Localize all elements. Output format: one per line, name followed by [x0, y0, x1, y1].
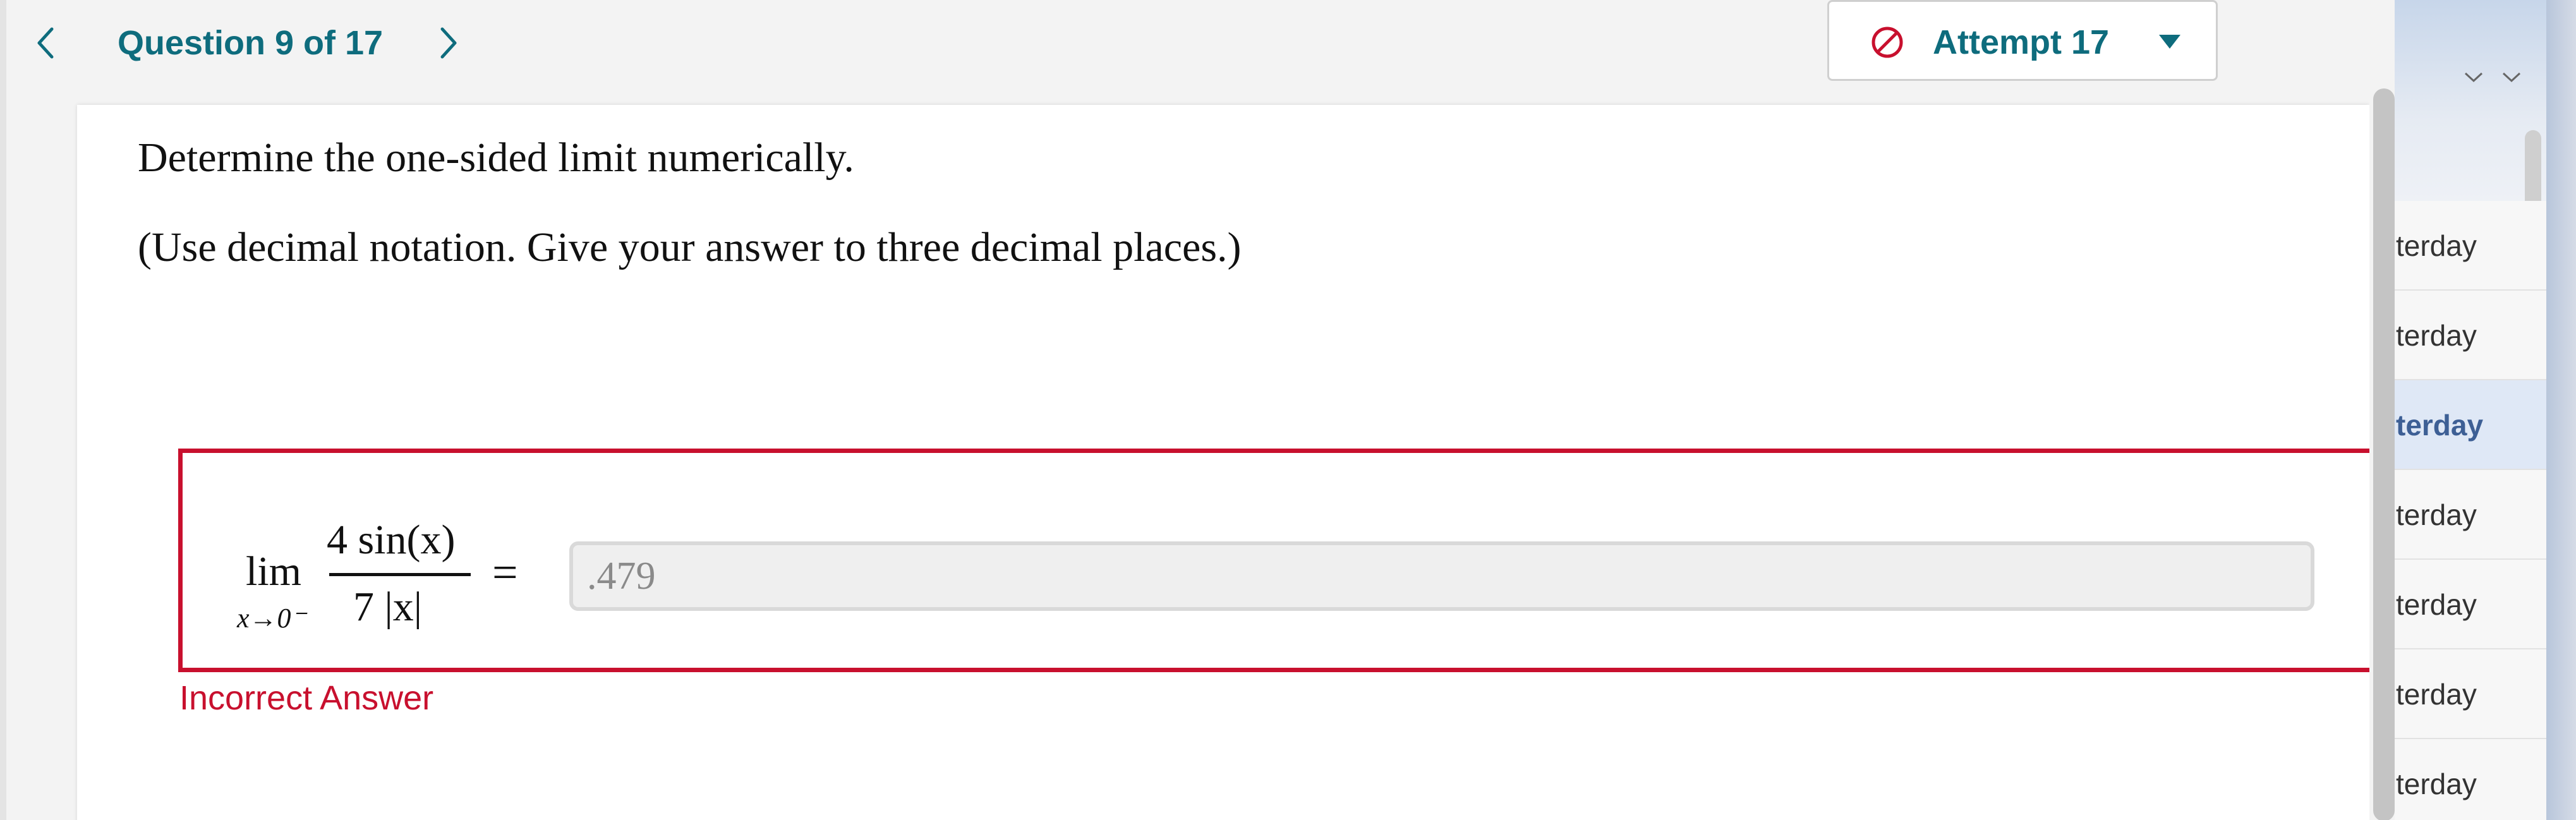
background-list: terday terday terday terday terday terda…	[2395, 201, 2546, 820]
chevron-down-icon[interactable]	[2463, 69, 2484, 85]
chevron-right-icon	[440, 27, 457, 59]
equals-sign: =	[492, 547, 518, 598]
question-counter: Question 9 of 17	[118, 24, 384, 62]
list-item[interactable]: terday	[2395, 739, 2546, 820]
question-prompt: Determine the one-sided limit numericall…	[138, 135, 854, 181]
previous-question-button[interactable]	[33, 18, 58, 68]
list-item[interactable]: terday	[2395, 380, 2546, 470]
next-question-button[interactable]	[436, 18, 461, 68]
caret-down-icon	[2159, 35, 2180, 49]
list-item[interactable]: terday	[2395, 470, 2546, 560]
background-window-edge	[2546, 0, 2576, 820]
scrollbar-thumb[interactable]	[2373, 88, 2395, 820]
background-scroll-thumb[interactable]	[2525, 130, 2541, 212]
lim-subscript: x→0⁻	[237, 603, 306, 634]
question-panel: Question 9 of 17 Attempt 17 Determine th…	[0, 0, 2401, 820]
chevron-down-icon[interactable]	[2501, 69, 2522, 85]
answer-area: lim x→0⁻ 4 sin(x) 7 |x| = .479	[178, 449, 2371, 672]
attempt-label: Attempt 17	[1933, 23, 2110, 61]
block-icon	[1872, 27, 1903, 58]
fraction-bar	[329, 573, 471, 576]
fraction-denominator: 7 |x|	[353, 584, 422, 630]
list-item[interactable]: terday	[2395, 560, 2546, 649]
question-instructions: (Use decimal notation. Give your answer …	[138, 224, 1242, 270]
background-app: terday terday terday terday terday terda…	[2395, 0, 2576, 820]
list-item[interactable]: terday	[2395, 201, 2546, 291]
lim-operator: lim	[246, 548, 302, 594]
feedback-message: Incorrect Answer	[179, 679, 434, 717]
page: Question 9 of 17 Attempt 17 Determine th…	[0, 0, 2576, 820]
fraction-numerator: 4 sin(x)	[327, 517, 456, 563]
attempt-dropdown[interactable]: Attempt 17	[1827, 0, 2218, 81]
list-item[interactable]: terday	[2395, 649, 2546, 739]
answer-input[interactable]: .479	[569, 541, 2314, 611]
list-item[interactable]: terday	[2395, 291, 2546, 380]
chevron-left-icon	[37, 27, 54, 59]
